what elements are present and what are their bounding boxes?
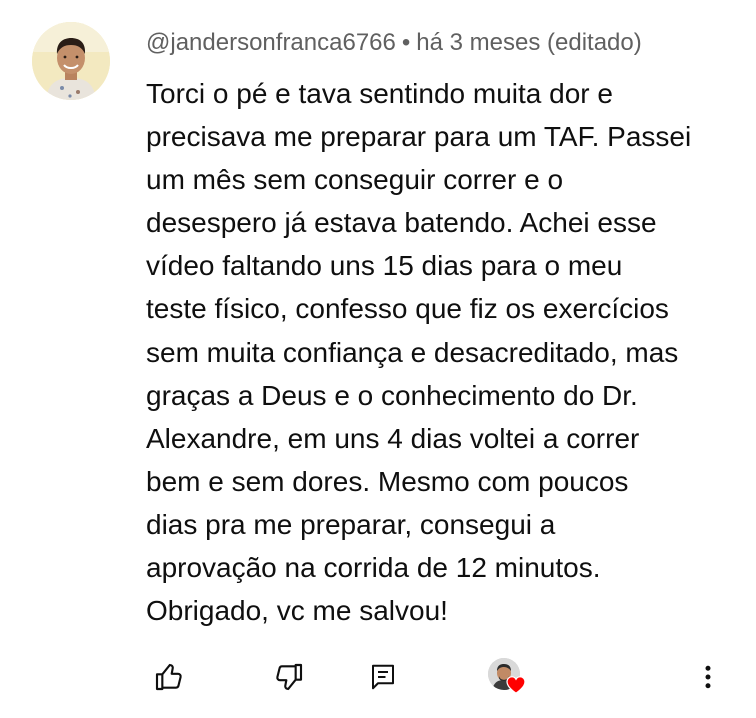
- author-handle[interactable]: @jandersonfranca6766: [146, 29, 396, 56]
- comment-line: vídeo faltando uns 15 dias para o meu: [146, 250, 623, 282]
- comment-line: teste físico, confesso que fiz os exercí…: [146, 293, 669, 325]
- comment-line: desespero já estava batendo. Achei esse: [146, 207, 657, 239]
- like-button[interactable]: [147, 655, 191, 699]
- comment-line: dias pra me preparar, consegui a: [146, 508, 556, 540]
- author-avatar-image: [32, 22, 110, 100]
- comment-line: um mês sem conseguir correr e o: [146, 164, 564, 196]
- comment-line: aprovação na corrida de 12 minutos.: [146, 552, 601, 584]
- more-vertical-icon: [705, 665, 711, 689]
- comment-line: Torci o pé e tava sentindo muita dor e: [146, 78, 613, 109]
- comment-line: graças a Deus e o conhecimento do Dr.: [146, 379, 638, 411]
- comment-actions: [0, 655, 756, 699]
- more-options-button[interactable]: [686, 655, 730, 699]
- reply-icon: [372, 664, 394, 690]
- meta-separator: •: [401, 29, 411, 56]
- comment-text: Torci o pé e tava sentindo muita dor e p…: [146, 72, 736, 632]
- comment-meta: @jandersonfranca6766 • há 3 meses (editado…: [146, 28, 642, 58]
- dislike-button[interactable]: [267, 655, 311, 699]
- comment-line: sem muita confiança e desacreditado, mas: [146, 336, 679, 368]
- thumbs-up-icon: [155, 663, 182, 691]
- comment-line: bem e sem dores. Mesmo com poucos: [146, 465, 629, 497]
- author-avatar[interactable]: [32, 22, 110, 100]
- creator-heart-badge: [480, 655, 530, 699]
- comment-line: precisava me preparar para um TAF. Passe…: [146, 121, 692, 153]
- comment-time: há 3 meses (editado): [416, 29, 642, 56]
- comment: @jandersonfranca6766 • há 3 meses (editado…: [0, 0, 756, 718]
- comment-line: Obrigado, vc me salvou!: [146, 595, 448, 627]
- creator-heart-icon: [506, 676, 526, 694]
- comment-line: Alexandre, em uns 4 dias voltei a correr: [146, 422, 640, 454]
- creator-heart-wrap: [484, 656, 526, 698]
- reply-button[interactable]: [361, 655, 405, 699]
- thumbs-down-icon: [276, 663, 303, 691]
